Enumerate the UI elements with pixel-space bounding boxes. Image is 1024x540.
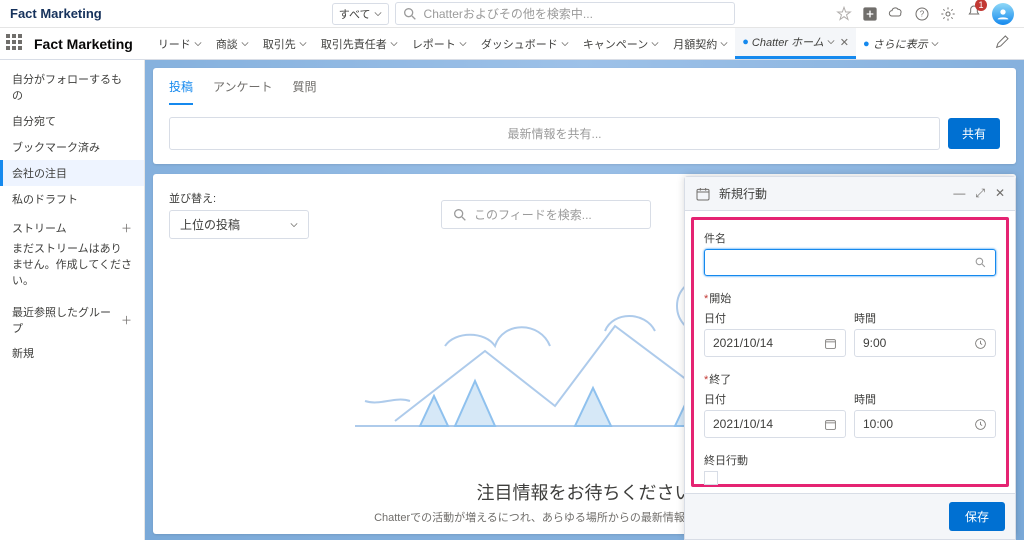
favorite-icon[interactable] bbox=[836, 6, 852, 22]
search-icon bbox=[974, 256, 987, 269]
minimize-icon[interactable]: — bbox=[953, 186, 965, 201]
notifications-button[interactable]: 1 bbox=[966, 4, 982, 23]
feed-search-input[interactable]: このフィードを検索... bbox=[441, 200, 651, 229]
nav-item-opportunities[interactable]: 商談 bbox=[209, 28, 256, 59]
subject-input[interactable] bbox=[704, 249, 996, 276]
edit-nav-icon[interactable] bbox=[994, 34, 1018, 53]
clock-icon bbox=[974, 418, 987, 431]
sidebar-item-to-me[interactable]: 自分宛て bbox=[0, 108, 144, 134]
share-button[interactable]: 共有 bbox=[948, 118, 1000, 149]
nav-item-reports[interactable]: レポート bbox=[405, 28, 474, 59]
sidebar-new-group[interactable]: 新規 bbox=[0, 340, 144, 366]
allday-label: 終日行動 bbox=[704, 452, 996, 468]
setup-gear-icon[interactable] bbox=[940, 6, 956, 22]
search-scope-label: すべて bbox=[339, 6, 371, 22]
org-name: Fact Marketing bbox=[10, 6, 102, 21]
nav-item-contacts[interactable]: 取引先責任者 bbox=[314, 28, 405, 59]
astro-avatar-icon bbox=[995, 6, 1011, 22]
sidebar-groups-heading: 最近参照したグループ bbox=[12, 304, 121, 336]
clock-icon bbox=[974, 337, 987, 350]
sidebar-streams-empty: まだストリームはありません。作成してください。 bbox=[0, 240, 144, 296]
sidebar-item-company-highlights[interactable]: 会社の注目 bbox=[0, 160, 144, 186]
sort-select[interactable]: 上位の投稿 bbox=[169, 210, 309, 239]
salesforce-cloud-icon[interactable] bbox=[888, 6, 904, 22]
start-date-label: 日付 bbox=[704, 310, 846, 326]
chevron-down-icon bbox=[194, 40, 202, 48]
chevron-down-icon bbox=[241, 40, 249, 48]
end-date-input[interactable]: 2021/10/14 bbox=[704, 410, 846, 438]
chevron-down-icon bbox=[827, 38, 835, 46]
start-time-input[interactable]: 9:00 bbox=[854, 329, 996, 357]
panel-title: 新規行動 bbox=[719, 185, 767, 202]
help-icon[interactable]: ? bbox=[914, 6, 930, 22]
subject-label: 件名 bbox=[704, 230, 996, 246]
close-icon[interactable]: ✕ bbox=[995, 186, 1005, 201]
sort-label: 並び替え: bbox=[169, 190, 309, 206]
chevron-down-icon bbox=[299, 40, 307, 48]
nav-item-campaigns[interactable]: キャンペーン bbox=[576, 28, 666, 59]
end-time-input[interactable]: 10:00 bbox=[854, 410, 996, 438]
sidebar-streams-heading: ストリーム bbox=[12, 220, 67, 236]
chevron-down-icon bbox=[290, 221, 298, 229]
user-avatar[interactable] bbox=[992, 3, 1014, 25]
calendar-icon bbox=[824, 418, 837, 431]
publisher-input[interactable]: 最新情報を共有... bbox=[169, 117, 940, 150]
search-placeholder: Chatterおよびその他を検索中... bbox=[424, 5, 593, 22]
nav-item-leads[interactable]: リード bbox=[151, 28, 209, 59]
end-label: 終了 bbox=[704, 371, 996, 387]
publisher-tab-post[interactable]: 投稿 bbox=[169, 78, 193, 105]
calendar-icon bbox=[695, 186, 711, 202]
chevron-down-icon bbox=[390, 40, 398, 48]
add-stream-button[interactable]: ＋ bbox=[121, 220, 132, 236]
chevron-down-icon bbox=[561, 40, 569, 48]
global-search-input[interactable]: Chatterおよびその他を検索中... bbox=[395, 2, 735, 25]
nav-more[interactable]: ●さらに表示 bbox=[856, 28, 946, 59]
save-button[interactable]: 保存 bbox=[949, 502, 1005, 531]
chatter-sidebar: 自分がフォローするもの 自分宛て ブックマーク済み 会社の注目 私のドラフト ス… bbox=[0, 60, 145, 540]
end-date-label: 日付 bbox=[704, 391, 846, 407]
allday-checkbox[interactable] bbox=[704, 471, 718, 485]
publisher-tab-poll[interactable]: アンケート bbox=[213, 78, 273, 105]
chevron-down-icon bbox=[931, 40, 939, 48]
close-tab-icon[interactable]: ✕ bbox=[840, 36, 849, 49]
add-group-button[interactable]: ＋ bbox=[121, 312, 132, 328]
add-icon[interactable] bbox=[862, 6, 878, 22]
app-name: Fact Marketing bbox=[34, 36, 133, 52]
end-time-label: 時間 bbox=[854, 391, 996, 407]
search-scope-select[interactable]: すべて bbox=[332, 3, 389, 25]
nav-item-dashboards[interactable]: ダッシュボード bbox=[474, 28, 576, 59]
nav-item-subscriptions[interactable]: 月額契約 bbox=[666, 28, 735, 59]
start-label: 開始 bbox=[704, 290, 996, 306]
app-launcher-icon[interactable] bbox=[6, 34, 26, 54]
nav-item-accounts[interactable]: 取引先 bbox=[256, 28, 314, 59]
sidebar-item-following[interactable]: 自分がフォローするもの bbox=[0, 66, 144, 108]
start-date-input[interactable]: 2021/10/14 bbox=[704, 329, 846, 357]
sidebar-item-bookmarked[interactable]: ブックマーク済み bbox=[0, 134, 144, 160]
new-event-panel: 新規行動 — ⤢ ✕ 件名 開始 日付 2021/10/1 bbox=[684, 176, 1016, 540]
calendar-icon bbox=[824, 337, 837, 350]
search-icon bbox=[452, 207, 468, 223]
publisher-tab-question[interactable]: 質問 bbox=[293, 78, 317, 105]
expand-icon[interactable]: ⤢ bbox=[975, 186, 985, 201]
svg-text:?: ? bbox=[920, 9, 925, 18]
chevron-down-icon bbox=[459, 40, 467, 48]
nav-tab-chatter-home[interactable]: ●Chatter ホーム✕ bbox=[735, 28, 856, 59]
search-icon bbox=[402, 6, 418, 22]
publisher-card: 投稿 アンケート 質問 最新情報を共有... 共有 bbox=[153, 68, 1016, 164]
sidebar-item-drafts[interactable]: 私のドラフト bbox=[0, 186, 144, 212]
chevron-down-icon bbox=[374, 10, 382, 18]
start-time-label: 時間 bbox=[854, 310, 996, 326]
chevron-down-icon bbox=[720, 40, 728, 48]
notification-badge: 1 bbox=[975, 0, 987, 11]
chevron-down-icon bbox=[651, 40, 659, 48]
